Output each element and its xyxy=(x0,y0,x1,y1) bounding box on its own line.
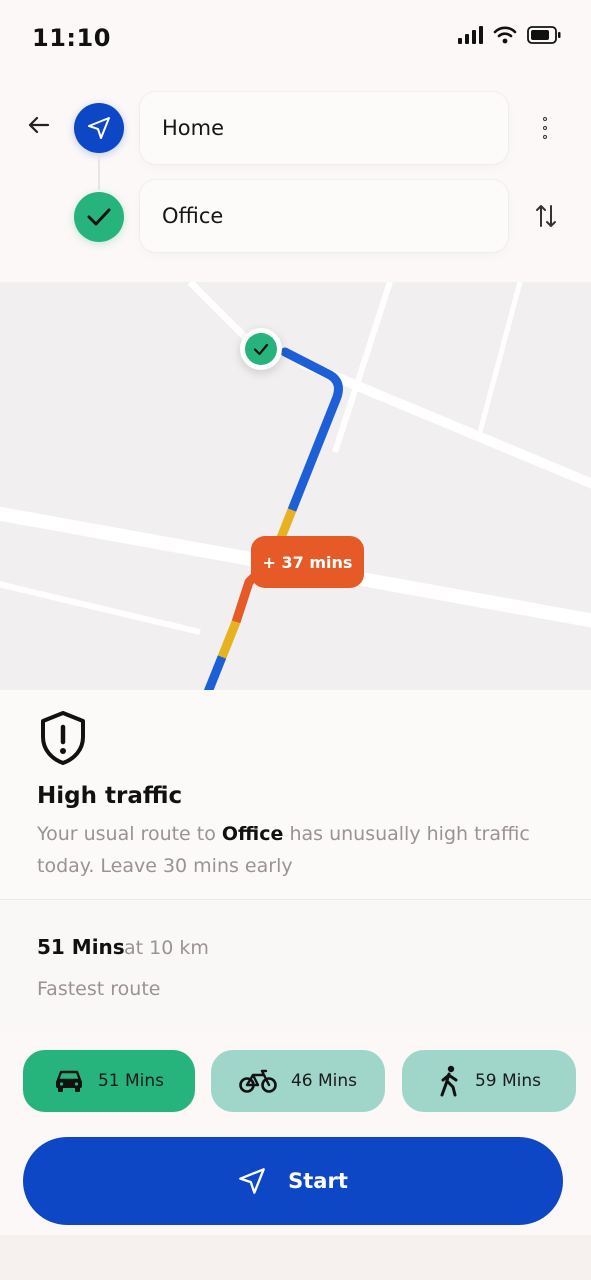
bike-icon xyxy=(239,1069,277,1093)
route-summary: 51 Mins at 10 km Fastest route xyxy=(0,901,591,1031)
status-icons xyxy=(457,26,561,44)
route-segment-moderate xyxy=(217,620,241,659)
street xyxy=(332,282,393,453)
car-icon xyxy=(55,1070,82,1092)
route-segment xyxy=(280,347,343,515)
mode-walk-button[interactable]: 59 Mins xyxy=(402,1050,576,1112)
alert-title: High traffic xyxy=(37,783,183,809)
street xyxy=(477,282,523,433)
route-distance: at 10 km xyxy=(124,937,209,959)
route-segment xyxy=(203,655,227,690)
delay-badge: + 37 mins xyxy=(251,536,364,588)
walk-icon xyxy=(440,1065,458,1097)
dot-icon xyxy=(543,135,547,139)
navigation-arrow-icon xyxy=(88,117,110,139)
route-connector xyxy=(98,156,100,190)
signal-icon xyxy=(458,26,483,44)
mode-bike-label: 46 Mins xyxy=(290,1071,358,1091)
battery-icon xyxy=(527,26,561,44)
check-icon xyxy=(87,208,111,226)
status-bar: 11:10 xyxy=(0,0,591,78)
shield-warning-icon xyxy=(41,711,85,765)
more-options-button[interactable] xyxy=(533,110,557,146)
status-time: 11:10 xyxy=(32,24,111,52)
traffic-alert-card: High traffic Your usual route to Office … xyxy=(0,690,591,900)
route-header: Home Office xyxy=(0,80,591,280)
map-view[interactable] xyxy=(0,282,591,690)
back-button[interactable] xyxy=(24,110,54,140)
origin-field[interactable]: Home xyxy=(140,92,508,164)
destination-field[interactable]: Office xyxy=(140,180,508,252)
dot-icon xyxy=(543,117,547,121)
swap-arrows-icon xyxy=(536,205,556,227)
travel-modes: 51 Mins 46 Mins 59 Mins xyxy=(0,1032,591,1130)
map-canvas xyxy=(0,282,591,690)
street xyxy=(0,581,201,635)
route-type-label: Fastest route xyxy=(37,978,161,1000)
check-icon xyxy=(253,343,269,355)
mode-walk-label: 59 Mins xyxy=(474,1071,542,1091)
mode-bike-button[interactable]: 46 Mins xyxy=(211,1050,385,1112)
start-button-label: Start xyxy=(288,1169,348,1193)
street xyxy=(187,282,248,340)
route-duration: 51 Mins xyxy=(37,935,125,959)
wifi-icon xyxy=(493,26,517,44)
origin-pin xyxy=(74,103,124,153)
bottom-safe-area xyxy=(0,1235,591,1280)
alert-desc-destination: Office xyxy=(221,823,284,845)
swap-route-button[interactable] xyxy=(532,199,560,233)
destination-pin xyxy=(74,192,124,242)
start-button[interactable]: Start xyxy=(23,1137,563,1225)
navigation-arrow-icon xyxy=(239,1168,265,1194)
map-destination-marker[interactable] xyxy=(240,328,282,370)
mode-car-label: 51 Mins xyxy=(97,1071,165,1091)
alert-description: Your usual route to Office has unusually… xyxy=(37,818,557,882)
back-arrow-icon xyxy=(28,116,50,134)
alert-desc-prefix: Your usual route to xyxy=(37,823,222,845)
dot-icon xyxy=(543,126,547,130)
map-destination-marker-inner xyxy=(245,333,277,365)
mode-car-button[interactable]: 51 Mins xyxy=(23,1050,195,1112)
